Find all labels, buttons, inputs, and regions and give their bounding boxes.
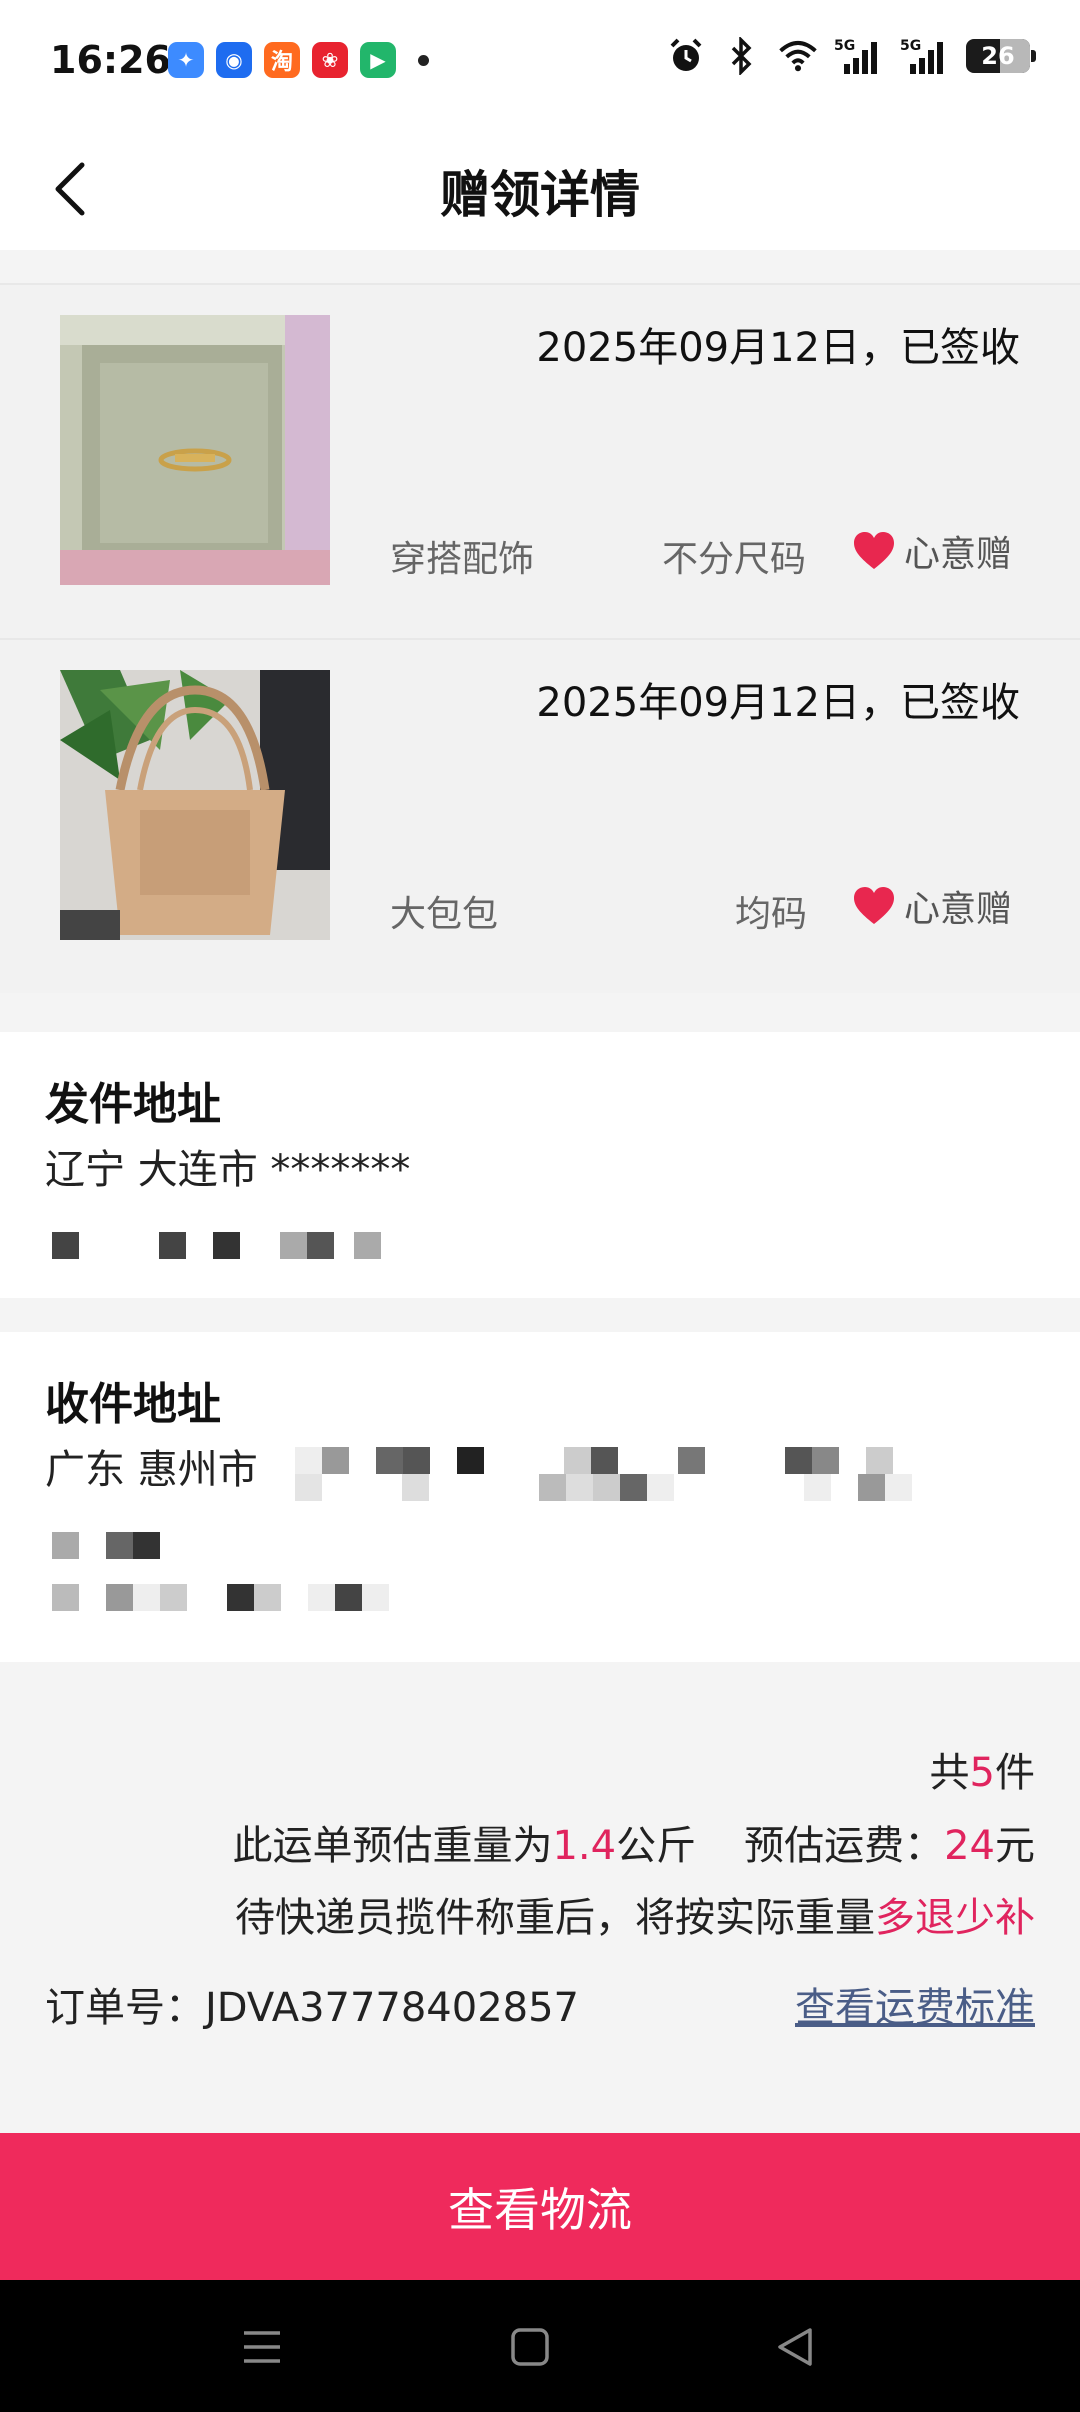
battery-icon: 26 <box>966 39 1036 73</box>
notification-icons: ✦ ◉ 淘 ❀ ▶ <box>168 42 429 78</box>
fee-standard-link[interactable]: 查看运费标准 <box>795 1975 1035 2033</box>
status-bar: 16:26 ✦ ◉ 淘 ❀ ▶ 5G 5G 26 <box>0 0 1080 125</box>
gift-item[interactable]: 2025年09月12日，已签收 大包包 均码 心意赠 <box>0 638 1080 993</box>
tote-bag-photo <box>60 670 330 940</box>
heart-icon <box>853 887 894 924</box>
ring-in-box-photo <box>60 315 330 585</box>
redacted-mosaic <box>52 1532 160 1559</box>
heart-icon <box>853 532 894 569</box>
menu-nav-button[interactable] <box>237 2322 287 2372</box>
view-logistics-button[interactable]: 查看物流 <box>0 2133 1080 2280</box>
home-nav-button[interactable] <box>505 2322 555 2372</box>
signal-5g-icon: 5G <box>834 36 884 76</box>
redacted-mosaic <box>295 1447 893 1474</box>
red-app-icon: ❀ <box>312 42 348 78</box>
signal-5g-icon-2: 5G <box>900 36 950 76</box>
svg-text:5G: 5G <box>900 38 921 54</box>
order-number: JDVA37778402857 <box>205 1985 580 2031</box>
item-count-value: 5 <box>969 1750 995 1796</box>
gift-category: 大包包 <box>390 894 499 935</box>
order-number-line: 订单号：JDVA37778402857 <box>45 1975 579 2033</box>
receiver-address-card: 收件地址 广东 惠州市 <box>0 1332 1080 1662</box>
back-nav-button[interactable] <box>770 2322 820 2372</box>
gift-date-status: 2025年09月12日，已签收 <box>536 325 1020 371</box>
sender-address: 辽宁 大连市 ******* <box>45 1147 411 1193</box>
item-count: 共5件 <box>930 1740 1035 1798</box>
more-notifications-dot <box>418 54 429 66</box>
gift-badge-label: 心意赠 <box>903 534 1012 575</box>
redacted-mosaic <box>52 1232 381 1259</box>
order-label: 订单号： <box>45 1985 205 2031</box>
redacted-mosaic <box>295 1474 912 1501</box>
weight-prefix: 此运单预估重量为 <box>232 1823 553 1869</box>
page-title: 赠领详情 <box>440 166 640 224</box>
weight-fee-line: 此运单预估重量为1.4公斤 预估运费：24元 <box>232 1813 1035 1871</box>
fee-unit: 元 <box>995 1823 1035 1869</box>
alarm-icon <box>666 36 706 76</box>
sender-address-card: 发件地址 辽宁 大连市 ******* <box>0 1032 1080 1298</box>
gift-badge: 心意赠 <box>852 880 1012 932</box>
gift-size: 均码 <box>735 894 808 935</box>
redacted-mosaic <box>52 1584 389 1611</box>
menu-icon <box>244 2331 280 2363</box>
fee-label: 预估运费： <box>744 1823 945 1869</box>
fee-value: 24 <box>944 1823 995 1869</box>
header: 赠领详情 <box>0 125 1080 250</box>
video-app-icon: ▶ <box>360 42 396 78</box>
item-count-prefix: 共 <box>929 1750 970 1796</box>
gift-item[interactable]: 2025年09月12日，已签收 穿搭配饰 不分尺码 心意赠 <box>0 283 1080 638</box>
gift-category: 穿搭配饰 <box>390 539 535 580</box>
receiver-address-title: 收件地址 <box>45 1379 221 1430</box>
bluetooth-icon <box>722 36 762 76</box>
gift-size: 不分尺码 <box>662 539 807 580</box>
receiver-address: 广东 惠州市 <box>45 1447 258 1493</box>
weight-note: 待快递员揽件称重后，将按实际重量多退少补 <box>235 1885 1035 1943</box>
weight-unit: 公斤 <box>616 1823 697 1869</box>
gift-badge-label: 心意赠 <box>903 889 1012 930</box>
status-time: 16:26 <box>50 38 171 82</box>
blue-bird-app-icon: ✦ <box>168 42 204 78</box>
item-count-suffix: 件 <box>995 1750 1035 1796</box>
system-nav-bar <box>0 2280 1080 2412</box>
chat-app-icon: ◉ <box>216 42 252 78</box>
sender-address-title: 发件地址 <box>45 1079 221 1130</box>
triangle-back-icon <box>778 2328 812 2366</box>
battery-level: 26 <box>981 42 1015 70</box>
weight-note-prefix: 待快递员揽件称重后，将按实际重量 <box>235 1895 875 1941</box>
wifi-icon <box>778 36 818 76</box>
system-icons: 5G 5G 26 <box>666 36 1036 76</box>
gift-date-status: 2025年09月12日，已签收 <box>536 680 1020 726</box>
gift-badge: 心意赠 <box>852 525 1012 577</box>
weight-note-highlight: 多退少补 <box>875 1895 1035 1941</box>
home-icon <box>511 2328 549 2366</box>
weight-value: 1.4 <box>552 1823 617 1869</box>
taobao-app-icon: 淘 <box>264 42 300 78</box>
svg-text:5G: 5G <box>834 38 855 54</box>
